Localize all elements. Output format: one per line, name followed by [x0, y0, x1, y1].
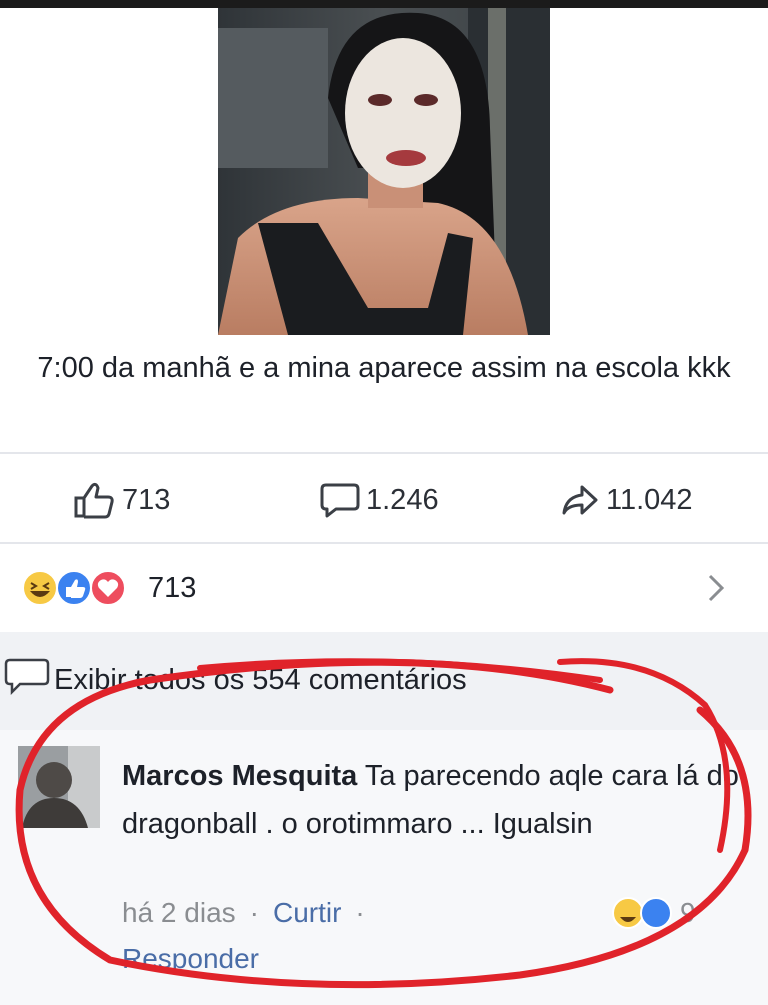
status-bar: [0, 0, 768, 8]
comment-icon: [320, 481, 366, 519]
divider: [0, 452, 768, 454]
separator-dot: ·: [249, 897, 259, 928]
haha-icon: [22, 570, 58, 606]
like-stat[interactable]: 713: [72, 474, 170, 526]
reactions-summary[interactable]: 713: [0, 556, 768, 618]
haha-icon: [612, 897, 644, 929]
comment-author[interactable]: Marcos Mesquita: [122, 760, 357, 792]
love-icon: [90, 570, 126, 606]
share-stat[interactable]: 11.042: [560, 474, 693, 526]
like-comment-button[interactable]: Curtir: [273, 897, 341, 928]
like-count: 713: [122, 483, 171, 516]
view-all-comments-link[interactable]: Exibir todos os 554 comentários: [0, 658, 467, 702]
comment-stat[interactable]: 1.246: [320, 474, 439, 526]
comment-time: há 2 dias: [122, 897, 236, 928]
comment-count: 1.246: [366, 483, 439, 516]
comment-text-block: Marcos Mesquita Ta parecendo aqle cara l…: [122, 752, 742, 848]
comment-bubble-icon: [4, 656, 50, 704]
reaction-count: 713: [148, 572, 197, 604]
share-icon: [560, 481, 606, 519]
reaction-icons: [22, 570, 134, 606]
like-icon: [56, 570, 92, 606]
like-icon: [640, 897, 672, 929]
reply-button[interactable]: Responder: [122, 943, 259, 974]
chevron-right-icon[interactable]: [704, 570, 728, 606]
separator-dot: ·: [355, 897, 365, 928]
view-all-comments-label: Exibir todos os 554 comentários: [54, 663, 467, 696]
thumbs-up-icon: [72, 480, 122, 520]
post-caption: 7:00 da manhã e a mina aparece assim na …: [37, 352, 731, 384]
comment-reaction-count: 9: [680, 897, 696, 928]
share-count: 11.042: [606, 483, 693, 516]
avatar[interactable]: [18, 746, 100, 828]
post-image[interactable]: [218, 8, 550, 335]
divider: [0, 542, 768, 544]
post-stats-bar: 713 1.246 11.042: [0, 474, 768, 526]
comment-reactions[interactable]: 9: [612, 896, 732, 930]
